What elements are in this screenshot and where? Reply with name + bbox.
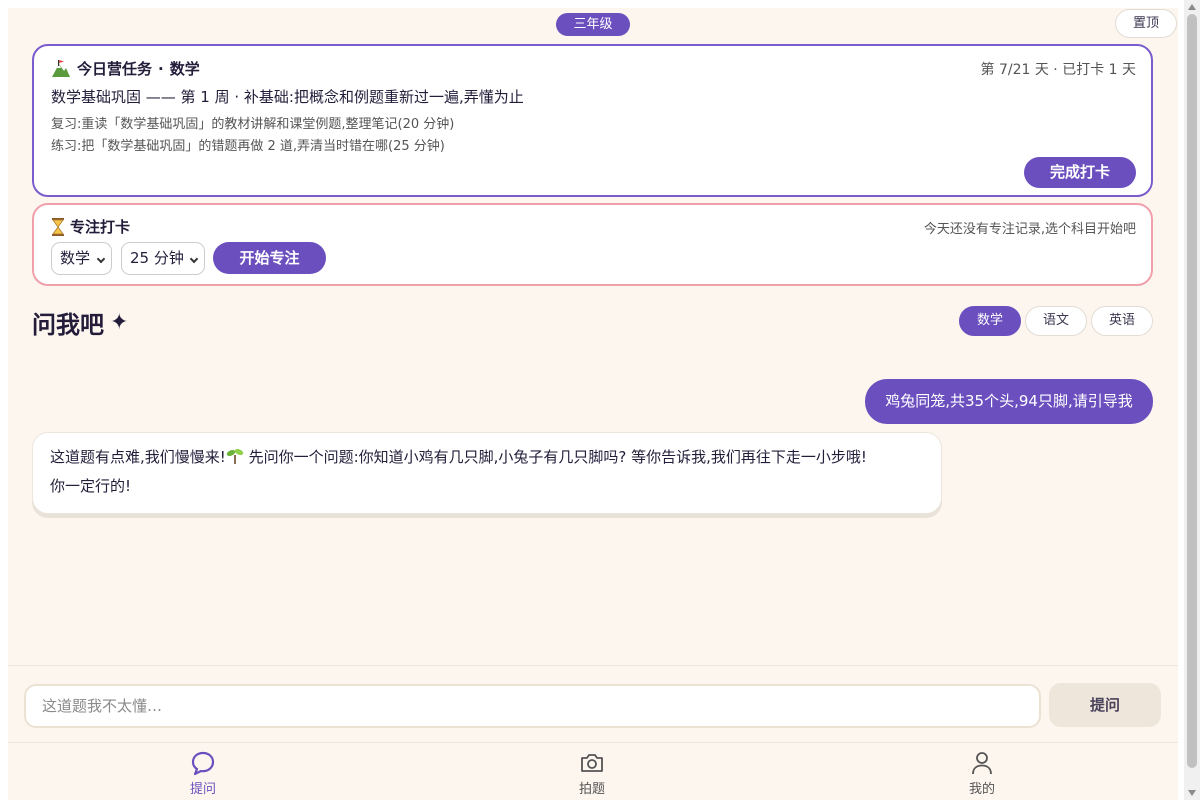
chip-english[interactable]: 英语 (1091, 306, 1153, 336)
hourglass-icon (51, 217, 65, 236)
task-progress: 第 7/21 天 · 已打卡 1 天 (980, 62, 1137, 78)
question-input[interactable]: 这道题我不太懂… (24, 684, 1041, 728)
assistant-message-part1: 这道题有点难,我们慢慢来! (50, 448, 226, 466)
ask-section-title: 问我吧 ✦ (32, 305, 128, 340)
chip-math[interactable]: 数学 (959, 306, 1021, 336)
scroll-thumb[interactable] (1187, 14, 1197, 768)
chevron-down-icon (96, 254, 106, 264)
task-heading-label: 今日营任务 (77, 60, 153, 78)
vertical-scrollbar[interactable] (1184, 0, 1200, 800)
assistant-message-bubble: 这道题有点难,我们慢慢来! 先问你一个问题:你知道小鸡有几只脚,小兔子有几只脚吗… (32, 432, 942, 514)
subject-select-value: 数学 (60, 249, 91, 267)
sprout-icon (226, 446, 244, 464)
user-message-bubble: 鸡兔同笼,共35个头,94只脚,请引导我 (865, 379, 1153, 424)
nav-photo-label: 拍题 (578, 782, 605, 797)
pin-top-button[interactable]: 置顶 (1115, 9, 1177, 38)
scroll-down-arrow-icon[interactable] (1188, 790, 1196, 796)
ask-submit-button[interactable]: 提问 (1049, 683, 1161, 727)
chat-bubble-icon (190, 750, 216, 776)
duration-select[interactable]: 25 分钟 (121, 242, 205, 275)
focus-checkin-card: 专注打卡 今天还没有专注记录,选个科目开始吧 数学 25 分钟 开始专注 (32, 203, 1153, 286)
sparkle-icon: ✦ (110, 310, 129, 335)
grade-badge[interactable]: 三年级 (556, 13, 630, 36)
nav-profile-label: 我的 (968, 782, 995, 797)
separator-dot: · (158, 59, 164, 78)
task-heading: 今日营任务 · 数学 (51, 58, 200, 79)
task-title: 数学基础巩固 —— 第 1 周 · 补基础:把概念和例题重新过一遍,弄懂为止 (51, 88, 524, 106)
start-focus-button[interactable]: 开始专注 (213, 242, 326, 274)
assistant-message-part3: 你一定行的! (50, 477, 132, 495)
task-practice-line: 练习:把「数学基础巩固」的错题再做 2 道,弄清当时错在哪(25 分钟) (51, 139, 445, 154)
complete-checkin-button[interactable]: 完成打卡 (1024, 157, 1136, 188)
chip-chinese[interactable]: 语文 (1025, 306, 1087, 336)
ask-title-label: 问我吧 (32, 311, 104, 339)
composer-bar: 这道题我不太懂… 提问 (8, 665, 1178, 743)
camera-icon (579, 750, 605, 776)
task-review-line: 复习:重读「数学基础巩固」的教材讲解和课堂例题,整理笔记(20 分钟) (51, 117, 455, 132)
nav-profile[interactable]: 我的 (942, 750, 1022, 800)
nav-ask-label: 提问 (189, 782, 216, 797)
nav-photo[interactable]: 拍题 (552, 750, 632, 800)
focus-status-note: 今天还没有专注记录,选个科目开始吧 (923, 222, 1136, 237)
task-subject: 数学 (169, 60, 200, 78)
nav-ask[interactable]: 提问 (163, 750, 243, 800)
user-icon (969, 750, 995, 776)
duration-select-value: 25 分钟 (130, 249, 184, 267)
focus-heading-label: 专注打卡 (70, 218, 131, 236)
scroll-up-arrow-icon[interactable] (1188, 4, 1196, 10)
subject-select[interactable]: 数学 (51, 242, 112, 275)
chevron-down-icon (189, 254, 199, 264)
app-root: 三年级 置顶 今日营任务 · 数学 第 7/21 天 · 已打卡 1 天 数学基… (8, 8, 1178, 800)
mountain-icon (51, 59, 71, 78)
assistant-message-part2: 先问你一个问题:你知道小鸡有几只脚,小兔子有几只脚吗? 等你告诉我,我们再往下走… (243, 448, 867, 466)
daily-task-card: 今日营任务 · 数学 第 7/21 天 · 已打卡 1 天 数学基础巩固 —— … (32, 44, 1153, 197)
focus-heading: 专注打卡 (51, 216, 130, 237)
